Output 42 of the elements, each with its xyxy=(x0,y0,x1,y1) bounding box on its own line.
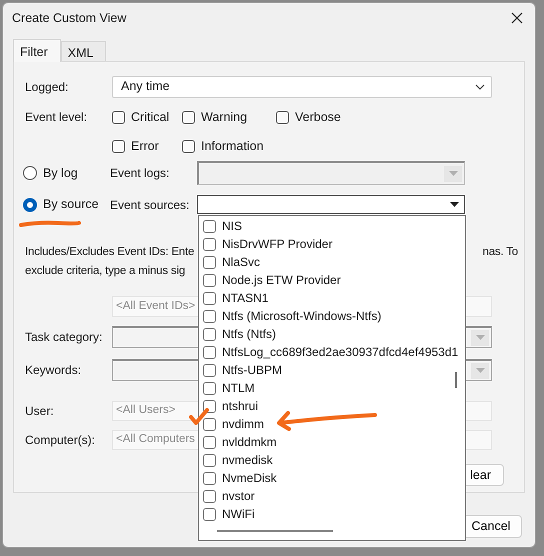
list-item[interactable]: NTLM xyxy=(203,379,455,397)
field-label: Event sources: xyxy=(110,196,190,214)
list-item[interactable]: Ntfs (Microsoft-Windows-Ntfs) xyxy=(203,307,455,325)
list-item[interactable]: nvdimm xyxy=(203,415,455,433)
logged-label: Logged: xyxy=(25,78,70,96)
list-item[interactable]: nvlddmkm xyxy=(203,433,455,451)
radio-button[interactable]: By log xyxy=(23,164,110,182)
list-item[interactable]: Ntfs (Ntfs) xyxy=(203,325,455,343)
list-item[interactable]: Node.js ETW Provider xyxy=(203,271,455,289)
checkbox[interactable]: Verbose xyxy=(276,108,366,126)
description-text: Includes/Excludes Event IDs: Ente xyxy=(25,244,194,260)
checkbox[interactable]: Information xyxy=(182,136,292,156)
window-title: Create Custom View xyxy=(12,10,126,27)
event-logs-dropdown[interactable] xyxy=(197,161,465,185)
task-category-label: Task category: xyxy=(25,329,104,346)
radio-button[interactable]: By source xyxy=(23,195,110,214)
checkbox[interactable]: Error xyxy=(112,136,182,156)
list-item[interactable]: NIS xyxy=(203,217,455,235)
scrollbar-thumb[interactable] xyxy=(455,372,457,388)
list-item[interactable]: NisDrvWFP Provider xyxy=(203,235,455,253)
scrollbar-thumb[interactable] xyxy=(217,530,333,532)
tab[interactable]: XML xyxy=(60,41,106,61)
description-text: exclude criteria, type a minus sig xyxy=(25,264,186,279)
description-text: nas. To xyxy=(482,244,518,260)
checkbox[interactable]: Warning xyxy=(182,108,276,126)
field-label: Event logs: xyxy=(110,165,170,182)
list-item[interactable]: Ntfs-UBPM xyxy=(203,361,455,379)
event-sources-dropdown[interactable] xyxy=(197,195,465,214)
list-item[interactable]: NWiFi xyxy=(203,505,455,523)
list-item[interactable]: nvstor xyxy=(203,487,455,505)
list-item[interactable]: NlaSvc xyxy=(203,253,455,271)
keywords-label: Keywords: xyxy=(25,362,82,379)
checkbox[interactable]: Critical xyxy=(112,108,182,126)
list-item[interactable]: NTASN1 xyxy=(203,289,455,307)
list-item[interactable]: ntshrui xyxy=(203,397,455,415)
user-label: User: xyxy=(25,403,55,420)
computers-label: Computer(s): xyxy=(25,432,96,449)
chevron-icon xyxy=(475,84,485,90)
logged-dropdown[interactable]: Any time xyxy=(112,76,492,98)
tab[interactable]: Filter xyxy=(13,39,61,62)
close-icon xyxy=(511,12,523,24)
event-level-label: Event level: xyxy=(25,109,88,126)
